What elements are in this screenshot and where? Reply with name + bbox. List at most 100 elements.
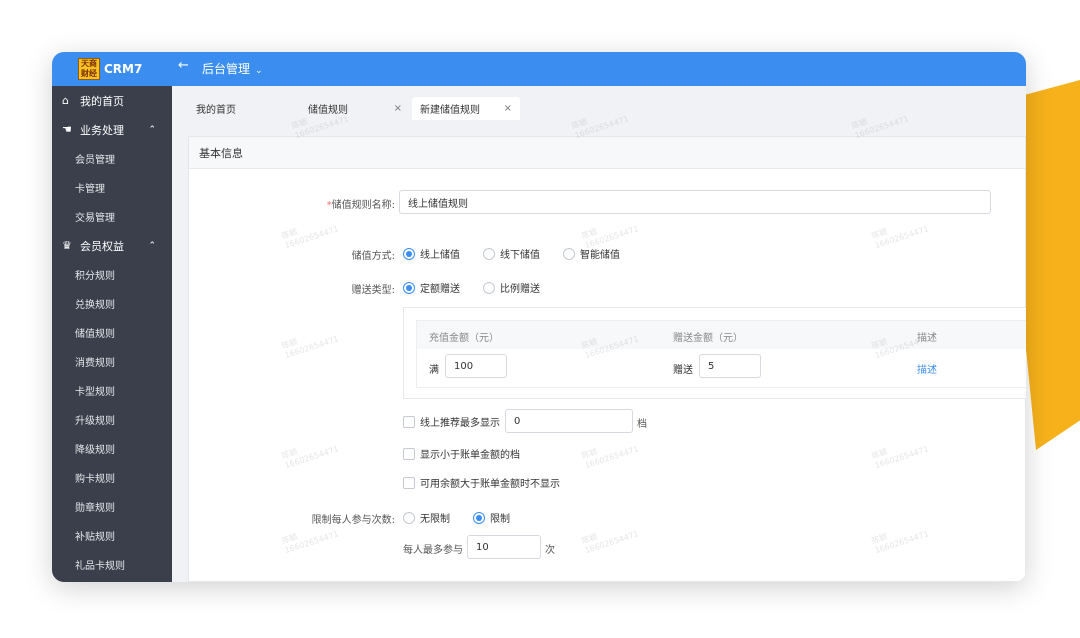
sidebar-group-home[interactable]: ⌂ 我的首页 xyxy=(52,86,172,115)
basic-info-panel: 基本信息 *储值规则名称: 线上储值规则 储值方式: 线上储值 线下储值 智能储… xyxy=(188,136,1026,582)
tab-stored-value-rules[interactable]: 储值规则 × xyxy=(300,97,410,120)
module-title: 后台管理 xyxy=(202,62,251,76)
chevron-up-icon: ⌃ xyxy=(148,124,156,135)
sidebar-group-label: 业务处理 xyxy=(80,123,124,137)
chevron-down-icon: ⌄ xyxy=(255,66,263,76)
col-recharge-amount: 充值金额（元） xyxy=(429,333,499,344)
main-content: 我的首页 储值规则 × 新建储值规则 × 基本信息 *储值规则名称: 线上储值规… xyxy=(172,86,1026,582)
logo-icon: 天商 财经 xyxy=(78,58,100,80)
sidebar-item-gift-card-rules[interactable]: 礼品卡规则 xyxy=(52,550,172,579)
limit-label: 限制每人参与次数: xyxy=(311,515,395,526)
app-name: CRM7 xyxy=(104,62,143,76)
limit-radio-unlimited[interactable]: 无限制 xyxy=(403,510,450,525)
brand[interactable]: 天商 财经 CRM7 xyxy=(52,52,172,86)
tab-home[interactable]: 我的首页 xyxy=(188,97,308,120)
show-smaller-checkbox[interactable]: 显示小于账单金额的档 xyxy=(403,446,520,461)
max-participation-unit: 次 xyxy=(545,545,555,556)
tab-label: 我的首页 xyxy=(196,105,236,116)
gift-radio-fixed[interactable]: 定额赠送 xyxy=(403,280,460,295)
close-icon[interactable]: × xyxy=(504,103,512,114)
sidebar-group-label: 我的首页 xyxy=(80,94,124,108)
top-bar: 天商 财经 CRM7 ← 后台管理 ⌄ xyxy=(52,52,1026,86)
sidebar-item-consumption-rules[interactable]: 消费规则 xyxy=(52,347,172,376)
radio-label: 无限制 xyxy=(420,514,450,525)
sidebar-item-exchange-rules[interactable]: 兑换规则 xyxy=(52,289,172,318)
rule-name-label-text: 储值规则名称: xyxy=(331,200,395,211)
radio-checked-icon xyxy=(403,247,415,260)
recommend-count-input[interactable]: 0 xyxy=(505,409,633,433)
checkbox-label: 显示小于账单金额的档 xyxy=(420,450,520,461)
col-description: 描述 xyxy=(917,333,937,344)
gift-amount-input[interactable]: 5 xyxy=(699,354,761,378)
sidebar-item-downgrade-rules[interactable]: 降级规则 xyxy=(52,434,172,463)
sidebar-item-card-purchase-rules[interactable]: 购卡规则 xyxy=(52,463,172,492)
tab-bar: 我的首页 储值规则 × 新建储值规则 × xyxy=(172,86,1026,120)
hide-when-checkbox[interactable]: 可用余额大于账单金额时不显示 xyxy=(403,475,560,490)
radio-label: 线下储值 xyxy=(500,250,540,261)
panel-title: 基本信息 xyxy=(189,137,1025,169)
recommend-checkbox[interactable]: 线上推荐最多显示 xyxy=(403,414,500,429)
max-participation-input[interactable]: 10 xyxy=(467,535,541,559)
limit-radio-limited[interactable]: 限制 xyxy=(473,510,510,525)
rule-name-label: *储值规则名称: xyxy=(249,196,395,211)
checkbox-label: 线上推荐最多显示 xyxy=(420,418,500,429)
description-link[interactable]: 描述 xyxy=(917,361,937,376)
radio-label: 定额赠送 xyxy=(420,284,460,295)
gift-type-label: 赠送类型: xyxy=(351,285,395,296)
radio-label: 线上储值 xyxy=(420,250,460,261)
radio-unchecked-icon xyxy=(563,247,575,260)
sidebar-item-transaction-management[interactable]: 交易管理 xyxy=(52,202,172,231)
checkbox-unchecked-icon xyxy=(403,476,415,489)
gift-rule-box: 充值金额（元） 赠送金额（元） 描述 满 100 赠送 5 描述 xyxy=(403,307,1026,399)
sidebar-group-business[interactable]: ☚ 业务处理 ⌃ xyxy=(52,115,172,144)
tab-new-stored-value-rule[interactable]: 新建储值规则 × xyxy=(412,97,520,120)
sidebar-item-badge-rules[interactable]: 勋章规则 xyxy=(52,492,172,521)
checkbox-label: 可用余额大于账单金额时不显示 xyxy=(420,479,560,490)
method-radio-smart[interactable]: 智能储值 xyxy=(563,246,620,261)
radio-label: 限制 xyxy=(490,514,510,525)
radio-unchecked-icon xyxy=(483,247,495,260)
sidebar-item-stored-value-rules[interactable]: 储值规则 xyxy=(52,318,172,347)
sidebar-item-subsidy-rules[interactable]: 补贴规则 xyxy=(52,521,172,550)
gift-label: 赠送 xyxy=(673,365,693,376)
app-window: 天商 财经 CRM7 ← 后台管理 ⌄ ⌂ 我的首页 ☚ 业务处理 ⌃ 会员管理 卡… xyxy=(52,52,1026,582)
method-radio-offline[interactable]: 线下储值 xyxy=(483,246,540,261)
sidebar-item-member-management[interactable]: 会员管理 xyxy=(52,144,172,173)
home-icon: ⌂ xyxy=(62,94,69,107)
radio-unchecked-icon xyxy=(403,511,415,524)
max-participation-label: 每人最多参与 xyxy=(403,545,463,556)
checkbox-unchecked-icon xyxy=(403,447,415,460)
hand-icon: ☚ xyxy=(62,123,72,136)
method-label: 储值方式: xyxy=(351,251,395,262)
table-header: 充值金额（元） 赠送金额（元） 描述 xyxy=(417,321,1026,349)
sidebar-group-benefits[interactable]: ♛ 会员权益 ⌃ xyxy=(52,231,172,260)
sidebar-item-points-rules[interactable]: 积分规则 xyxy=(52,260,172,289)
sidebar-item-upgrade-rules[interactable]: 升级规则 xyxy=(52,405,172,434)
close-icon[interactable]: × xyxy=(394,103,402,114)
tab-label: 储值规则 xyxy=(308,105,348,116)
module-switcher[interactable]: 后台管理 ⌄ xyxy=(202,60,263,77)
radio-checked-icon xyxy=(473,511,485,524)
method-radio-online[interactable]: 线上储值 xyxy=(403,246,460,261)
chevron-up-icon: ⌃ xyxy=(148,240,156,251)
recharge-amount-input[interactable]: 100 xyxy=(445,354,507,378)
radio-label: 智能储值 xyxy=(580,250,620,261)
sidebar-item-card-management[interactable]: 卡管理 xyxy=(52,173,172,202)
col-gift-amount: 赠送金额（元） xyxy=(673,333,743,344)
gift-table: 充值金额（元） 赠送金额（元） 描述 满 100 赠送 5 描述 xyxy=(416,320,1026,388)
arrow-left-icon[interactable]: ← xyxy=(178,58,189,73)
sidebar-group-label: 会员权益 xyxy=(80,239,124,253)
tab-label: 新建储值规则 xyxy=(420,105,480,116)
crown-icon: ♛ xyxy=(62,239,72,252)
full-label: 满 xyxy=(429,365,439,376)
sidebar-item-card-type-rules[interactable]: 卡型规则 xyxy=(52,376,172,405)
checkbox-unchecked-icon xyxy=(403,415,415,428)
rule-name-input[interactable]: 线上储值规则 xyxy=(399,190,991,214)
recommend-unit: 档 xyxy=(637,419,647,430)
radio-unchecked-icon xyxy=(483,281,495,294)
table-row: 满 100 赠送 5 描述 xyxy=(417,349,1026,387)
radio-label: 比例赠送 xyxy=(500,284,540,295)
gift-radio-ratio[interactable]: 比例赠送 xyxy=(483,280,540,295)
radio-checked-icon xyxy=(403,281,415,294)
sidebar: ⌂ 我的首页 ☚ 业务处理 ⌃ 会员管理 卡管理 交易管理 ♛ 会员权益 ⌃ 积… xyxy=(52,86,172,582)
